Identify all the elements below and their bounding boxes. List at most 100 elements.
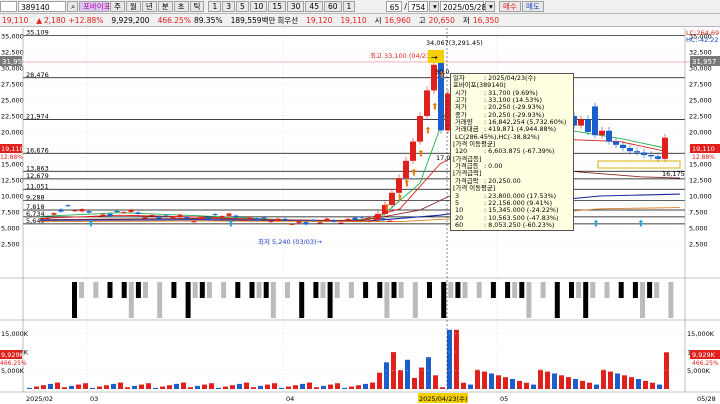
signal-bar	[455, 282, 461, 298]
volume-bar	[643, 380, 648, 389]
interval-button-4[interactable]: 15	[268, 1, 286, 12]
signal-bar	[519, 282, 525, 298]
calendar-icon[interactable]: ▾	[429, 1, 439, 12]
date-label: 03	[90, 395, 98, 403]
price-tick-right: 20,000	[689, 129, 712, 137]
volume-bar	[111, 383, 116, 389]
quote-change-pct: +12.88%	[68, 15, 104, 25]
signal-bar	[583, 282, 589, 318]
date-input[interactable]: 2025/05/28	[440, 1, 486, 12]
stock-name-badge[interactable]: 포바이포	[79, 1, 111, 12]
signal-bar	[249, 282, 255, 298]
period-button-4[interactable]: 초	[173, 1, 189, 12]
stock-chart[interactable]: 35,10928,47621,97416,67613,86312,67911,0…	[0, 27, 720, 404]
period-button-1[interactable]: 월	[125, 1, 141, 12]
candle-body	[51, 213, 57, 215]
candle-body	[592, 106, 598, 136]
interval-button-3[interactable]: 10	[249, 1, 268, 12]
period-button-3[interactable]: 분	[157, 1, 173, 12]
candle-body	[324, 218, 330, 221]
signal-bar	[412, 282, 418, 318]
volume-bar	[286, 386, 291, 389]
interval-button-1[interactable]: 3	[222, 1, 235, 12]
level-label: 12,679	[26, 172, 49, 180]
volume-bar	[328, 384, 333, 389]
buy-button[interactable]: 매수	[499, 1, 521, 12]
count-input[interactable]: 65	[386, 1, 403, 12]
candle-body	[156, 216, 162, 219]
candle-body	[387, 220, 393, 222]
candle-body	[44, 218, 50, 220]
volume-bar	[314, 387, 319, 389]
volume-bar	[650, 382, 655, 389]
volume-bar	[482, 371, 487, 389]
volume-bar	[202, 384, 207, 389]
buy-signal-arrow-icon: ⬆	[637, 220, 645, 230]
data-tooltip: 일자: 2025/04/23(수) 포바이포(389140) 시가: 31,700…	[450, 73, 574, 232]
left-volume-value: 9,929K	[1, 351, 25, 359]
signal-bar	[604, 282, 610, 298]
price-tick-left: 2,500	[1, 241, 20, 249]
volume-bar	[545, 371, 550, 389]
candle-body	[121, 212, 127, 214]
period-button-5[interactable]: 틱	[189, 1, 205, 12]
signal-bar	[135, 282, 141, 298]
volume-bar	[244, 382, 249, 389]
period-button-2[interactable]: 년	[141, 1, 157, 12]
signal-bar	[327, 282, 333, 318]
search-icon[interactable]: ⌕	[67, 1, 78, 12]
price-tick-left: 27,500	[1, 81, 24, 89]
interval-button-7[interactable]: 60	[323, 1, 342, 12]
sell-signal-arrow-icon: ⬆	[383, 204, 391, 214]
right-price-label: 16,175	[662, 170, 685, 178]
level-label: 16,676	[26, 146, 49, 154]
candle-body	[345, 218, 351, 221]
signal-bar	[192, 282, 198, 298]
price-tick-right: 7,500	[689, 209, 708, 217]
price-tick-right: 27,500	[689, 81, 712, 89]
interval-button-0[interactable]: 1	[208, 1, 222, 12]
candle-body	[303, 222, 309, 225]
period-button-0[interactable]: 주	[110, 1, 125, 12]
volume-bar	[363, 383, 368, 389]
volume-bar	[419, 367, 424, 389]
volume-bar	[132, 385, 137, 389]
price-tick-right: 12,500	[689, 177, 712, 185]
interval-button-6[interactable]: 45	[305, 1, 323, 12]
price-tick-left: 35,000	[1, 33, 24, 41]
candle-body	[142, 217, 148, 219]
interval-button-8[interactable]: 1	[342, 1, 356, 12]
stock-code-input[interactable]: 389140	[18, 1, 66, 12]
tooltip-value: : 8,053.250 (-60.23%)	[484, 220, 555, 229]
high-marker-arrow-icon: →	[431, 53, 438, 62]
level-label: 28,476	[26, 71, 49, 79]
tooltip-value: : 20,250.00	[484, 176, 521, 185]
volume-bar	[384, 362, 389, 389]
candle-body	[289, 223, 295, 225]
interval-button-5[interactable]: 30	[286, 1, 305, 12]
sell-signal-arrow-icon: ⬆	[424, 126, 432, 136]
mid-left-label: 17,0	[436, 154, 450, 162]
signal-bar	[256, 282, 262, 298]
candle-body	[163, 215, 169, 217]
stock-code-prefix[interactable]	[0, 1, 17, 12]
quote-bar: 19,110 ▲ 2,180 +12.88% 9,929,200 466.25%…	[0, 14, 720, 27]
volume-bar	[517, 380, 522, 389]
volume-bar	[258, 385, 263, 389]
date-picker-icon[interactable]: ▾	[485, 1, 495, 12]
candle-body	[149, 215, 155, 217]
volume-bar	[615, 373, 620, 389]
volume-bar	[167, 385, 172, 389]
candle-body	[226, 213, 232, 216]
signal-bar	[185, 282, 191, 318]
volume-bar	[657, 384, 662, 389]
volume-bar	[503, 377, 508, 389]
volume-tick-left: 15,000K	[1, 330, 29, 338]
sell-button[interactable]: 매도	[522, 1, 544, 12]
interval-button-2[interactable]: 5	[236, 1, 249, 12]
right-current-pct: 12.88%	[692, 154, 715, 161]
volume-bar	[342, 387, 347, 389]
quote-amount: 189,559백만	[230, 15, 276, 25]
volume-bar	[349, 386, 354, 389]
toolbar: 389140 ⌕ 포바이포 주월년분초틱 1 3 5 10 15 30 45 60 1 65 /…	[0, 0, 720, 14]
